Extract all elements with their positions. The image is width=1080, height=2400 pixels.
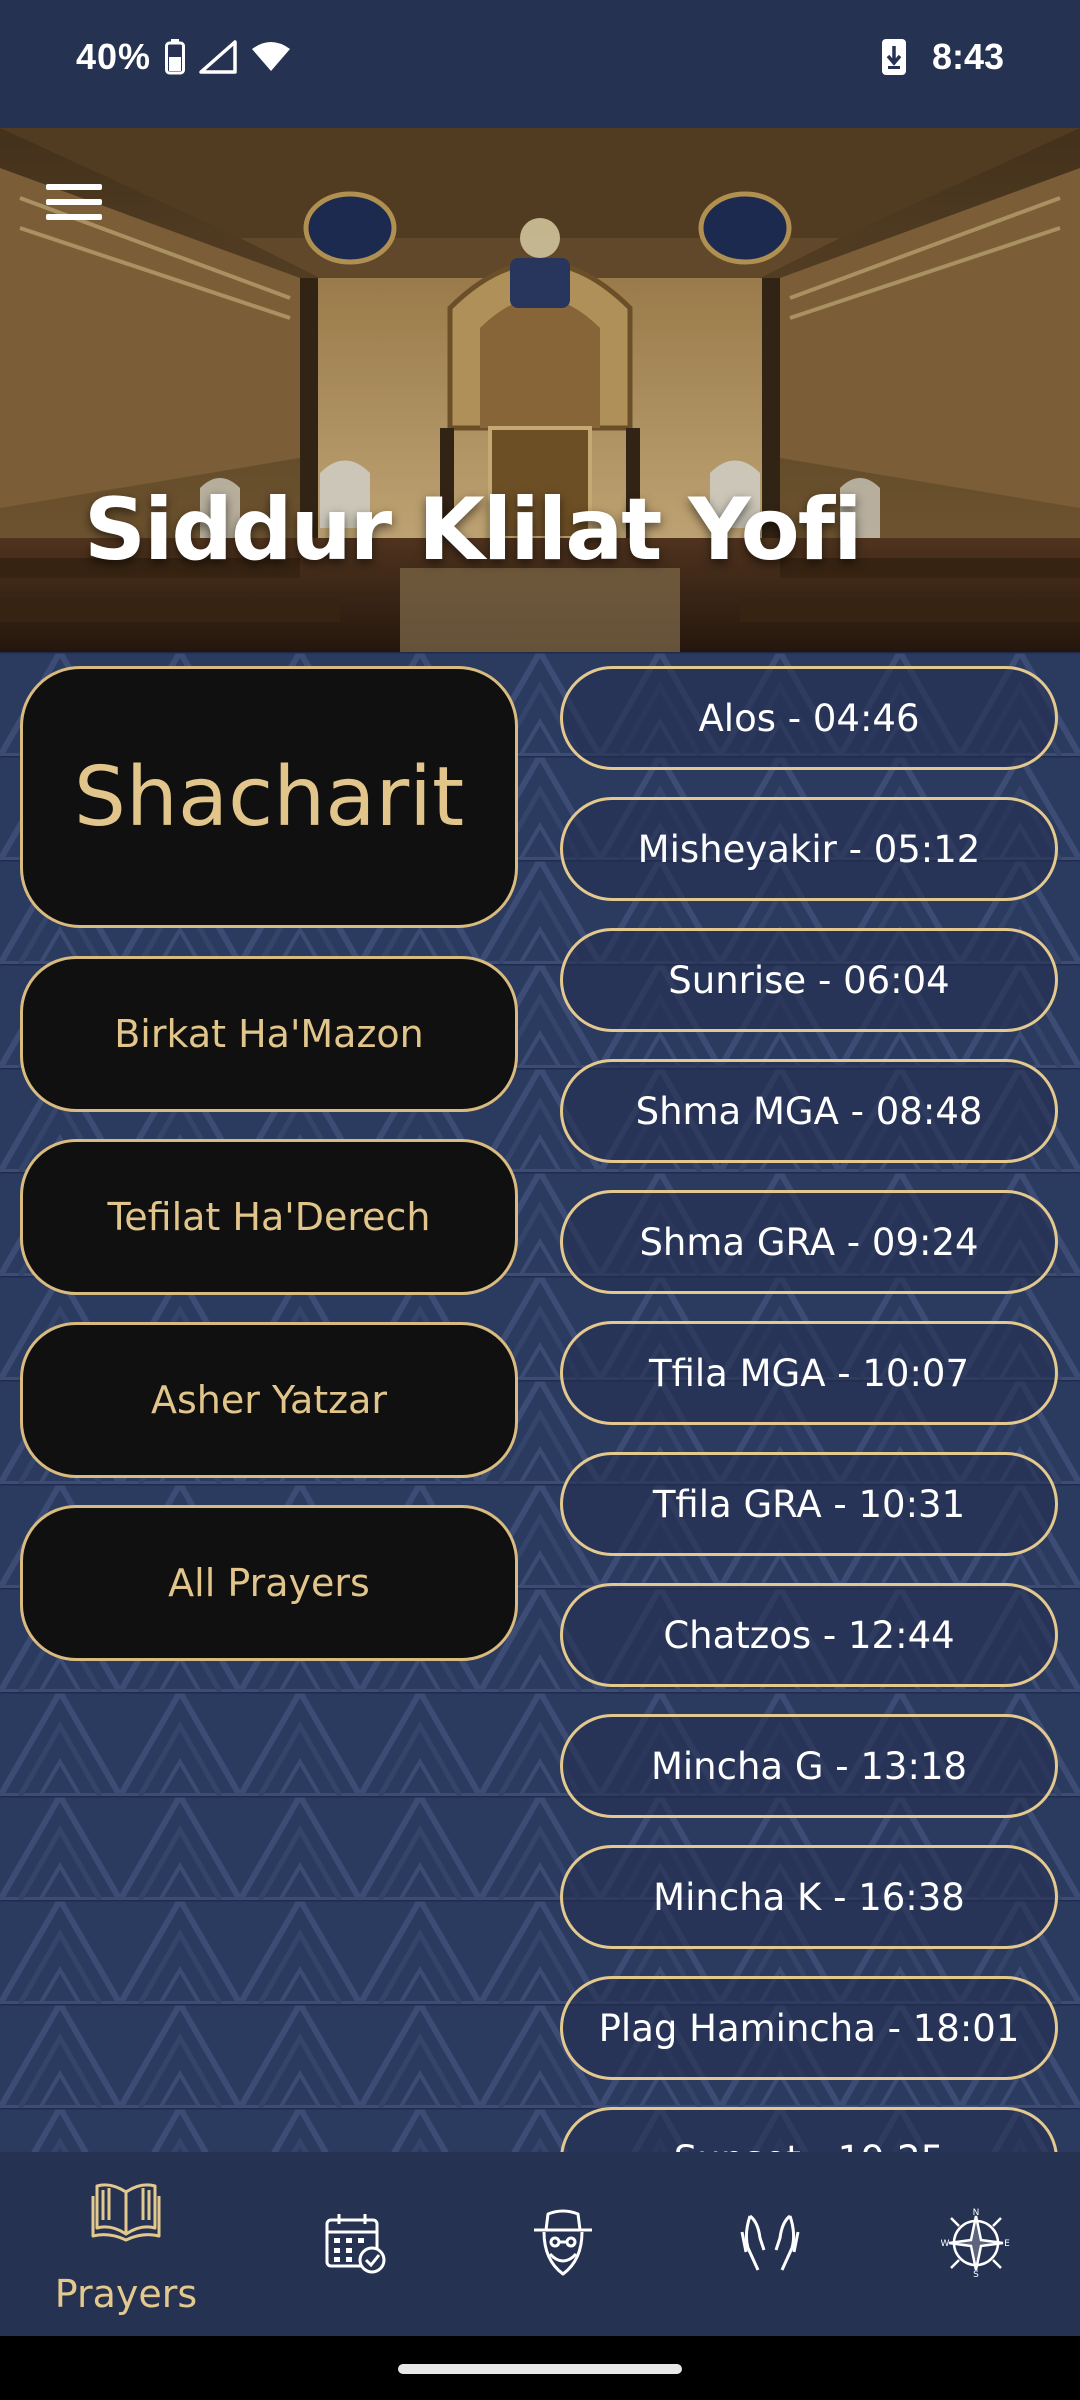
zman-label: Chatzos - 12:44 xyxy=(663,1613,955,1657)
status-right: 8:43 xyxy=(880,36,1004,78)
nav-prayers[interactable]: Prayers xyxy=(18,2152,234,2336)
prayer-label: Birkat Ha'Mazon xyxy=(114,1012,424,1056)
zman-label: Misheyakir - 05:12 xyxy=(637,827,981,871)
main-content[interactable]: Shacharit Birkat Ha'Mazon Tefilat Ha'Der… xyxy=(0,652,1080,2152)
birkat-hamazon-button[interactable]: Birkat Ha'Mazon xyxy=(20,956,518,1112)
hamburger-icon-bar xyxy=(46,199,102,205)
shacharit-button[interactable]: Shacharit xyxy=(20,666,518,928)
nav-label: Prayers xyxy=(54,2272,198,2316)
zman-label: Alos - 04:46 xyxy=(698,696,920,740)
prayer-label: Shacharit xyxy=(73,749,465,845)
zman-tfila-gra[interactable]: Tfila GRA - 10:31 xyxy=(560,1452,1058,1556)
nav-praying-hands[interactable] xyxy=(662,2152,878,2336)
zman-label: Shma MGA - 08:48 xyxy=(635,1089,983,1133)
zman-label: Tfila GRA - 10:31 xyxy=(652,1482,966,1526)
svg-text:E: E xyxy=(1004,2239,1010,2249)
nav-rabbi[interactable] xyxy=(455,2152,671,2336)
zman-misheyakir[interactable]: Misheyakir - 05:12 xyxy=(560,797,1058,901)
zman-alos[interactable]: Alos - 04:46 xyxy=(560,666,1058,770)
cell-signal-icon xyxy=(199,40,237,74)
gesture-handle[interactable] xyxy=(398,2364,682,2374)
zman-sunrise[interactable]: Sunrise - 06:04 xyxy=(560,928,1058,1032)
rabbi-icon xyxy=(534,2209,592,2276)
status-bar: 40% 8:43 xyxy=(0,0,1080,128)
battery-icon xyxy=(165,39,186,75)
gesture-bar-area xyxy=(0,2336,1080,2400)
prayer-label: Asher Yatzar xyxy=(151,1378,387,1422)
clock: 8:43 xyxy=(931,36,1004,77)
zman-label: Sunrise - 06:04 xyxy=(668,958,950,1002)
zman-label: Mincha G - 13:18 xyxy=(650,1744,968,1788)
all-prayers-button[interactable]: All Prayers xyxy=(20,1505,518,1661)
bottom-navigation: Prayers N S W E xyxy=(0,2152,1080,2336)
download-notification-icon xyxy=(881,39,906,75)
nav-compass[interactable]: N S W E xyxy=(868,2152,1080,2336)
zman-sunset[interactable]: Sunset - 19:25 xyxy=(560,2107,1058,2152)
svg-text:W: W xyxy=(941,2239,950,2249)
zman-label: Plag Haminchа - 18:01 xyxy=(598,2006,1020,2050)
zman-shma-gra[interactable]: Shma GRA - 09:24 xyxy=(560,1190,1058,1294)
svg-text:S: S xyxy=(973,2270,979,2278)
compass-icon: N S W E xyxy=(941,2208,1010,2278)
zman-label: Sunset - 19:25 xyxy=(674,2138,944,2153)
zman-mincha-gedola[interactable]: Mincha G - 13:18 xyxy=(560,1714,1058,1818)
zman-label: Mincha K - 16:38 xyxy=(653,1875,965,1919)
hamburger-icon-bar xyxy=(46,184,102,190)
zman-tfila-mga[interactable]: Tfila MGA - 10:07 xyxy=(560,1321,1058,1425)
prayer-label: All Prayers xyxy=(168,1561,370,1605)
svg-text:N: N xyxy=(973,2208,980,2218)
praying-hands-icon xyxy=(740,2214,800,2271)
open-book-icon xyxy=(91,2183,161,2242)
zman-shma-mga[interactable]: Shma MGA - 08:48 xyxy=(560,1059,1058,1163)
zman-mincha-ketana[interactable]: Mincha K - 16:38 xyxy=(560,1845,1058,1949)
tefilat-haderech-button[interactable]: Tefilat Ha'Derech xyxy=(20,1139,518,1295)
app-title: Siddur Klilat Yofi xyxy=(84,480,863,580)
zman-label: Tfila MGA - 10:07 xyxy=(648,1351,970,1395)
zman-label: Shma GRA - 09:24 xyxy=(639,1220,979,1264)
zman-chatzos[interactable]: Chatzos - 12:44 xyxy=(560,1583,1058,1687)
zman-plag-hamincha[interactable]: Plag Haminchа - 18:01 xyxy=(560,1976,1058,2080)
asher-yatzar-button[interactable]: Asher Yatzar xyxy=(20,1322,518,1478)
calendar-check-icon xyxy=(325,2214,386,2274)
status-left: 40% xyxy=(76,36,291,78)
header-banner: Siddur Klilat Yofi xyxy=(0,128,1080,652)
battery-percent: 40% xyxy=(76,36,152,77)
menu-button[interactable] xyxy=(46,184,102,228)
nav-calendar[interactable] xyxy=(248,2152,464,2336)
wifi-icon xyxy=(252,42,291,71)
prayer-label: Tefilat Ha'Derech xyxy=(107,1195,431,1239)
hamburger-icon-bar xyxy=(46,214,102,220)
